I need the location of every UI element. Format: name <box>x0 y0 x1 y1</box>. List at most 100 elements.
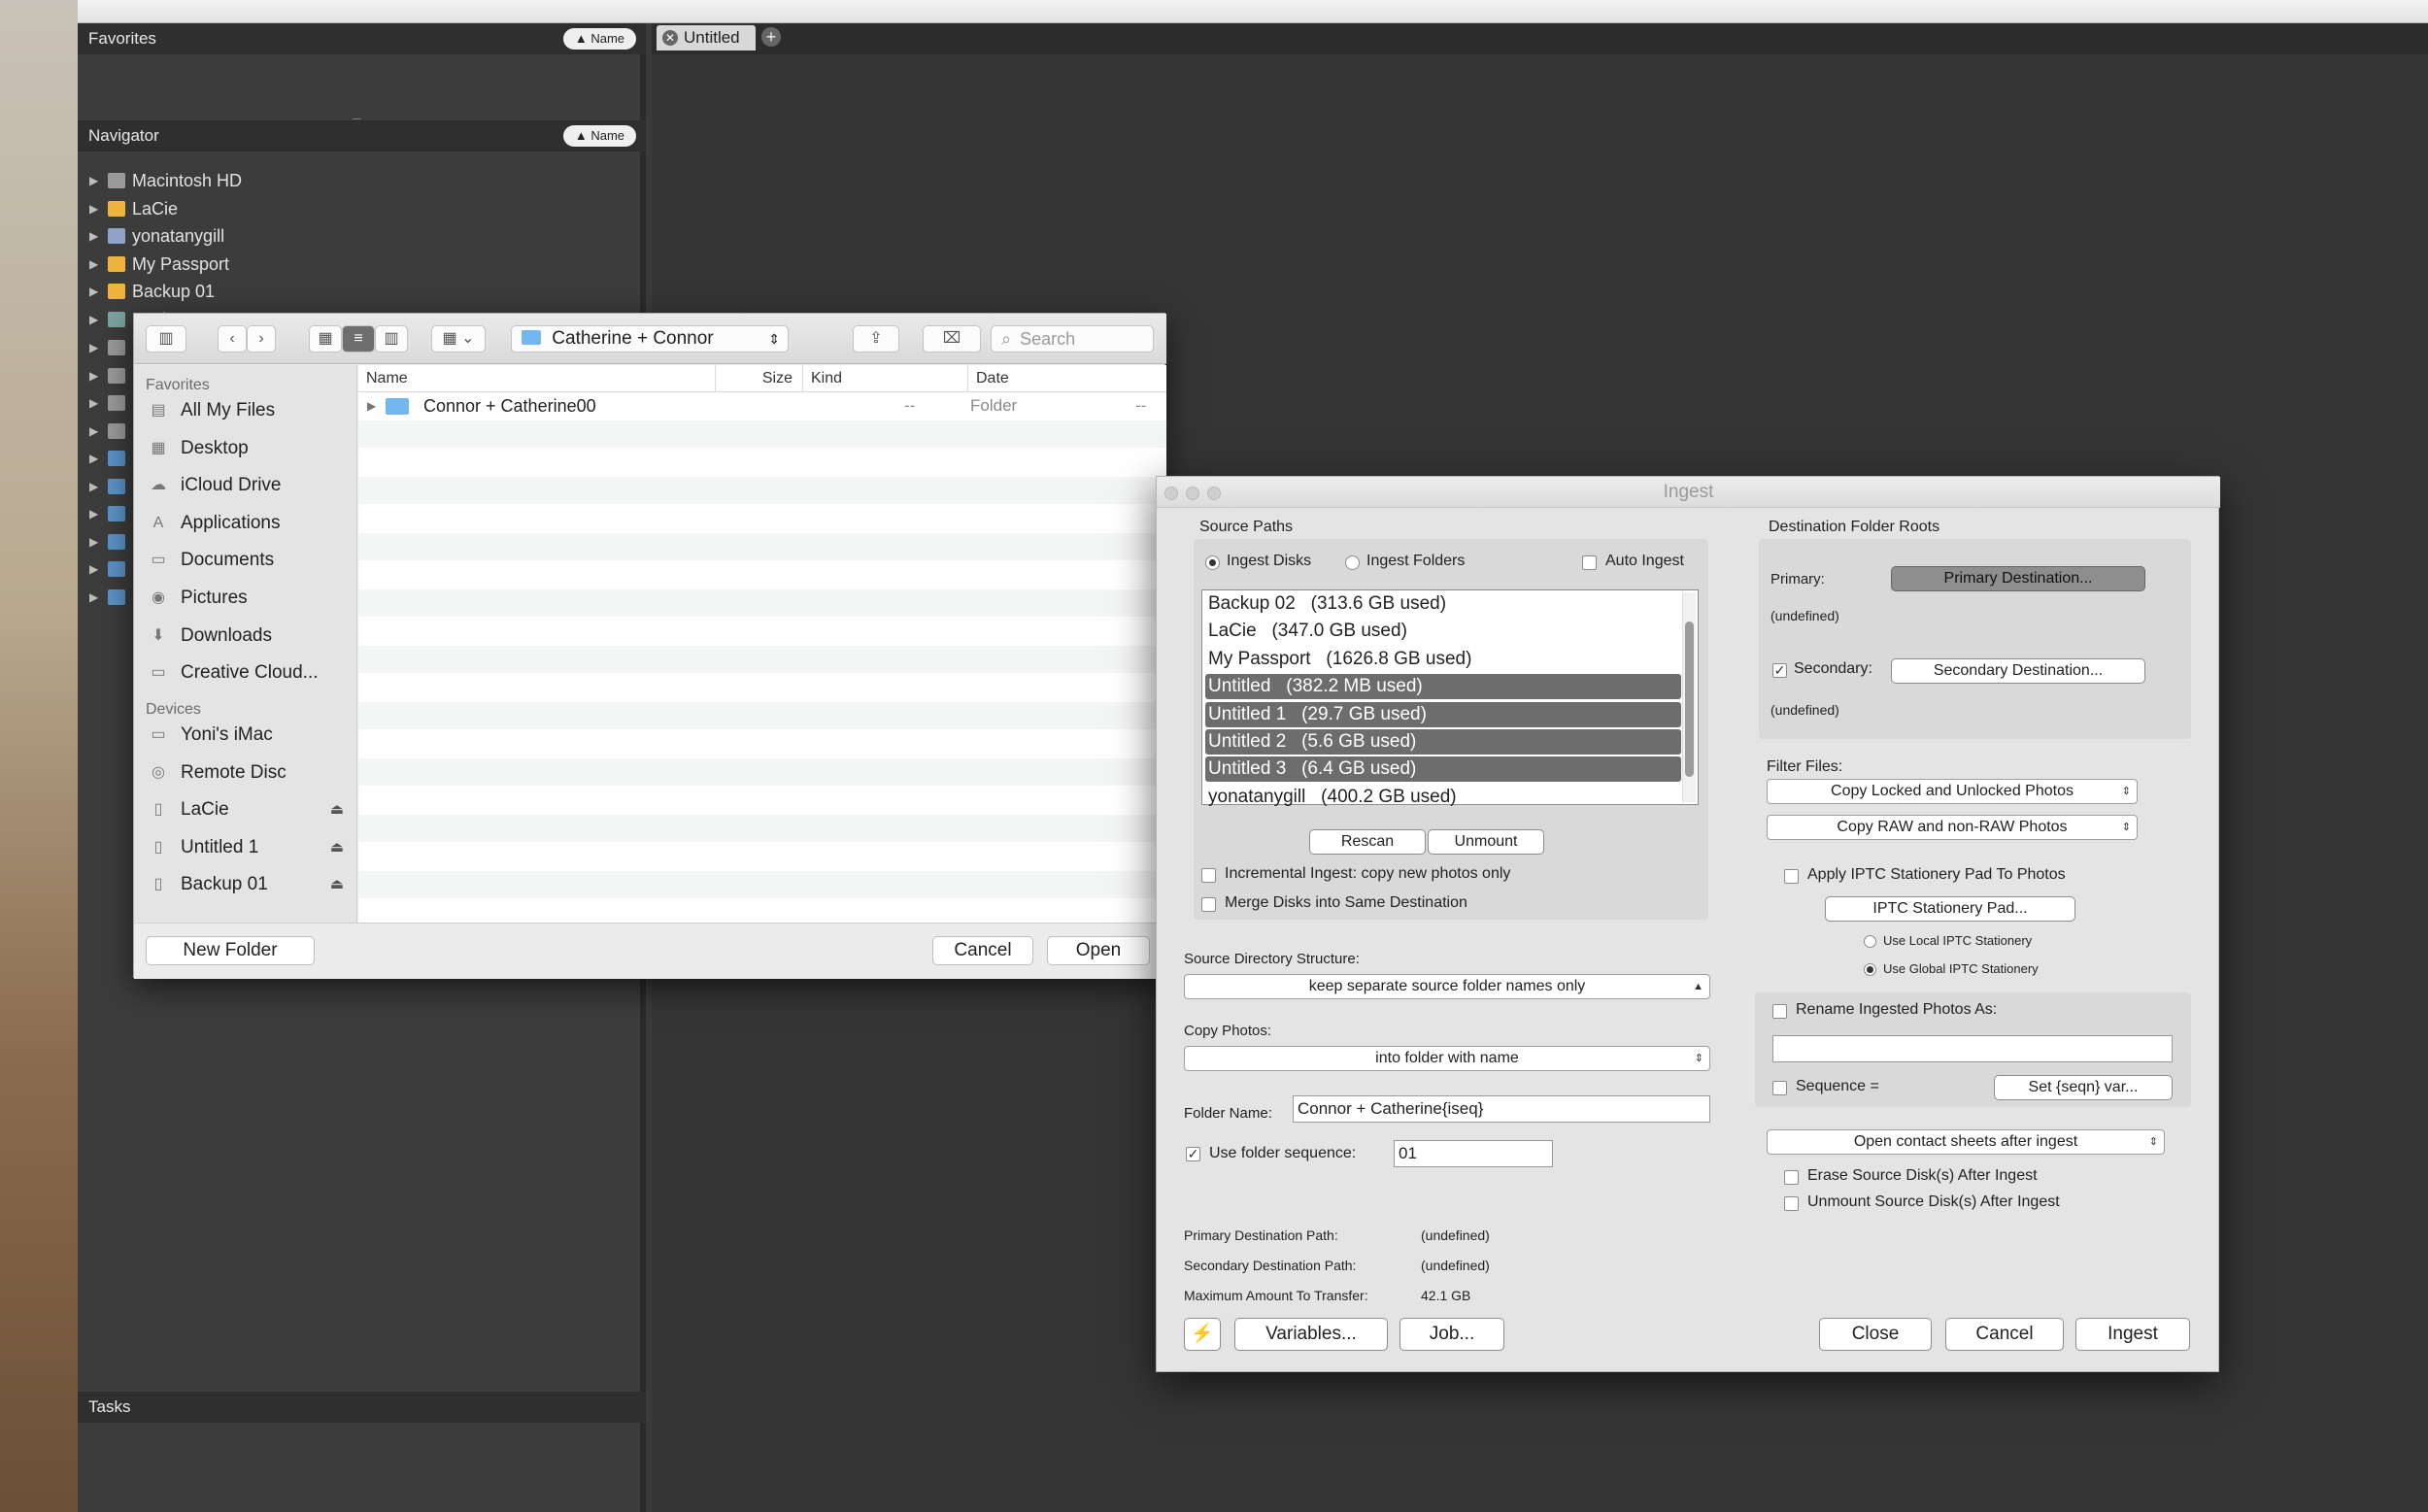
navigator-item[interactable]: ▶ My Passport <box>78 251 646 278</box>
column-header-date[interactable]: Date <box>968 365 1166 392</box>
incremental-ingest-checkbox[interactable] <box>1201 868 1216 883</box>
eject-icon[interactable]: ⏏ <box>330 833 344 862</box>
sidebar-device[interactable]: ▭ Yoni's iMac <box>146 721 350 750</box>
set-seqn-button[interactable]: Set {seqn} var... <box>1994 1075 2173 1100</box>
disk-item[interactable]: yonatanygill (400.2 GB used) <box>1205 785 1681 810</box>
sidebar-item[interactable]: ☁ iCloud Drive <box>146 471 350 500</box>
source-dir-structure-popup[interactable]: keep separate source folder names only ▲ <box>1184 974 1710 999</box>
disk-item[interactable]: Untitled (382.2 MB used) <box>1205 674 1681 700</box>
disclosure-triangle-icon[interactable]: ▶ <box>89 418 98 445</box>
disk-item[interactable]: Untitled 2 (5.6 GB used) <box>1205 729 1681 755</box>
disk-item[interactable]: Untitled 3 (6.4 GB used) <box>1205 756 1681 783</box>
eject-icon[interactable]: ⏏ <box>330 795 344 824</box>
new-folder-button[interactable]: New Folder <box>146 936 315 965</box>
use-global-iptc-radio[interactable] <box>1864 963 1876 976</box>
sidebar-toggle-button[interactable]: ▥ <box>146 325 186 353</box>
column-header-kind[interactable]: Kind <box>803 365 968 392</box>
disclosure-triangle-icon[interactable]: ▶ <box>89 555 98 583</box>
location-popup[interactable]: Catherine + Connor ⇕ <box>511 325 789 353</box>
sidebar-item[interactable]: ▦ Desktop <box>146 434 350 463</box>
sidebar-device[interactable]: ▯ Untitled 1 ⏏ <box>146 833 350 862</box>
disclosure-triangle-icon[interactable]: ▶ <box>89 473 98 500</box>
folder-sequence-input[interactable]: 01 <box>1394 1140 1553 1167</box>
navigator-sort-button[interactable]: ▲ Name <box>562 125 636 147</box>
list-view-button[interactable]: ≡ <box>342 325 375 353</box>
copy-photos-popup[interactable]: into folder with name ⇕ <box>1184 1046 1710 1071</box>
variables-button[interactable]: Variables... <box>1234 1318 1388 1351</box>
close-window-icon[interactable] <box>1164 487 1178 500</box>
use-local-iptc-radio[interactable] <box>1864 935 1876 948</box>
sequence-checkbox[interactable] <box>1772 1081 1787 1095</box>
disclosure-triangle-icon[interactable]: ▶ <box>89 251 98 278</box>
sidebar-item[interactable]: ⬇ Downloads <box>146 622 350 651</box>
copy-locked-popup[interactable]: Copy Locked and Unlocked Photos ⇕ <box>1767 779 2138 804</box>
sidebar-item[interactable]: ◉ Pictures <box>146 584 350 613</box>
unmount-button[interactable]: Unmount <box>1428 829 1544 855</box>
column-view-button[interactable]: ▥ <box>375 325 408 353</box>
share-button[interactable]: ⇪ <box>853 325 899 353</box>
sidebar-item[interactable]: ▭ Creative Cloud... <box>146 658 350 688</box>
disclosure-triangle-icon[interactable]: ▶ <box>89 334 98 361</box>
column-header-size[interactable]: Size <box>716 365 803 392</box>
source-disk-list[interactable]: Backup 02 (313.6 GB used) LaCie (347.0 GB… <box>1201 589 1699 807</box>
copy-raw-popup[interactable]: Copy RAW and non-RAW Photos ⇕ <box>1767 815 2138 840</box>
primary-destination-button[interactable]: Primary Destination... <box>1891 566 2145 591</box>
disclosure-triangle-icon[interactable]: ▶ <box>89 445 98 472</box>
disclosure-triangle-icon[interactable]: ▶ <box>89 528 98 555</box>
disclosure-triangle-icon[interactable]: ▶ <box>89 584 98 611</box>
navigator-item[interactable]: ▶ Backup 01 <box>78 278 646 305</box>
disclosure-triangle-icon[interactable]: ▶ <box>89 306 98 333</box>
disclosure-triangle-icon[interactable]: ▶ <box>367 392 376 420</box>
ingest-button[interactable]: Ingest <box>2075 1318 2190 1351</box>
ingest-folders-radio[interactable] <box>1345 555 1360 570</box>
disclosure-triangle-icon[interactable]: ▶ <box>89 167 98 194</box>
close-tab-icon[interactable]: ✕ <box>662 30 678 46</box>
secondary-checkbox[interactable]: ✓ <box>1772 663 1787 678</box>
folder-name-input[interactable]: Connor + Catherine{iseq} <box>1293 1095 1710 1123</box>
file-row[interactable]: ▶ Connor + Catherine00 -- Folder -- <box>358 392 1166 420</box>
add-tab-button[interactable]: + <box>761 27 781 47</box>
disk-item[interactable]: LaCie (347.0 GB used) <box>1205 619 1681 644</box>
sidebar-item[interactable]: A Applications <box>146 509 350 538</box>
navigator-item[interactable]: ▶ Macintosh HD <box>78 167 646 194</box>
tab-untitled[interactable]: ✕ Untitled <box>657 25 756 50</box>
tags-button[interactable]: ⌧ <box>923 325 981 353</box>
sidebar-item[interactable]: ▤ All My Files <box>146 396 350 425</box>
job-button[interactable]: Job... <box>1399 1318 1504 1351</box>
unmount-source-checkbox[interactable] <box>1784 1196 1799 1211</box>
merge-disks-checkbox[interactable] <box>1201 897 1216 912</box>
zoom-window-icon[interactable] <box>1207 487 1221 500</box>
forward-button[interactable]: › <box>247 325 276 353</box>
disk-list-scroll-thumb[interactable] <box>1685 622 1694 777</box>
navigator-item[interactable]: ▶ yonatanygill <box>78 222 646 250</box>
arrange-button[interactable]: ▦ ⌄ <box>431 325 486 353</box>
apply-iptc-checkbox[interactable] <box>1784 869 1799 884</box>
disclosure-triangle-icon[interactable]: ▶ <box>89 278 98 305</box>
icon-view-button[interactable]: ▦ <box>309 325 342 353</box>
erase-source-checkbox[interactable] <box>1784 1170 1799 1185</box>
ingest-disks-radio[interactable] <box>1205 555 1220 570</box>
column-header-name[interactable]: Name <box>358 365 716 392</box>
iptc-stationery-pad-button[interactable]: IPTC Stationery Pad... <box>1825 896 2075 922</box>
close-button[interactable]: Close <box>1819 1318 1932 1351</box>
disclosure-triangle-icon[interactable]: ▶ <box>89 362 98 389</box>
use-folder-sequence-checkbox[interactable]: ✓ <box>1186 1147 1200 1161</box>
disclosure-triangle-icon[interactable]: ▶ <box>89 195 98 222</box>
disk-list-scrollbar[interactable] <box>1682 592 1696 802</box>
disclosure-triangle-icon[interactable]: ▶ <box>89 389 98 417</box>
minimize-window-icon[interactable] <box>1186 487 1199 500</box>
back-button[interactable]: ‹ <box>218 325 247 353</box>
disclosure-triangle-icon[interactable]: ▶ <box>89 500 98 527</box>
sidebar-device[interactable]: ▯ LaCie ⏏ <box>146 795 350 824</box>
cancel-button[interactable]: Cancel <box>932 936 1033 965</box>
navigator-item[interactable]: ▶ LaCie <box>78 195 646 222</box>
rename-input[interactable] <box>1772 1035 2173 1062</box>
favorites-sort-button[interactable]: ▲ Name <box>562 28 636 50</box>
auto-ingest-checkbox[interactable] <box>1582 555 1597 570</box>
rename-checkbox[interactable] <box>1772 1004 1787 1019</box>
open-button[interactable]: Open <box>1047 936 1150 965</box>
sidebar-item[interactable]: ▭ Documents <box>146 546 350 575</box>
secondary-destination-button[interactable]: Secondary Destination... <box>1891 658 2145 684</box>
rescan-button[interactable]: Rescan <box>1309 829 1426 855</box>
disclosure-triangle-icon[interactable]: ▶ <box>89 222 98 250</box>
